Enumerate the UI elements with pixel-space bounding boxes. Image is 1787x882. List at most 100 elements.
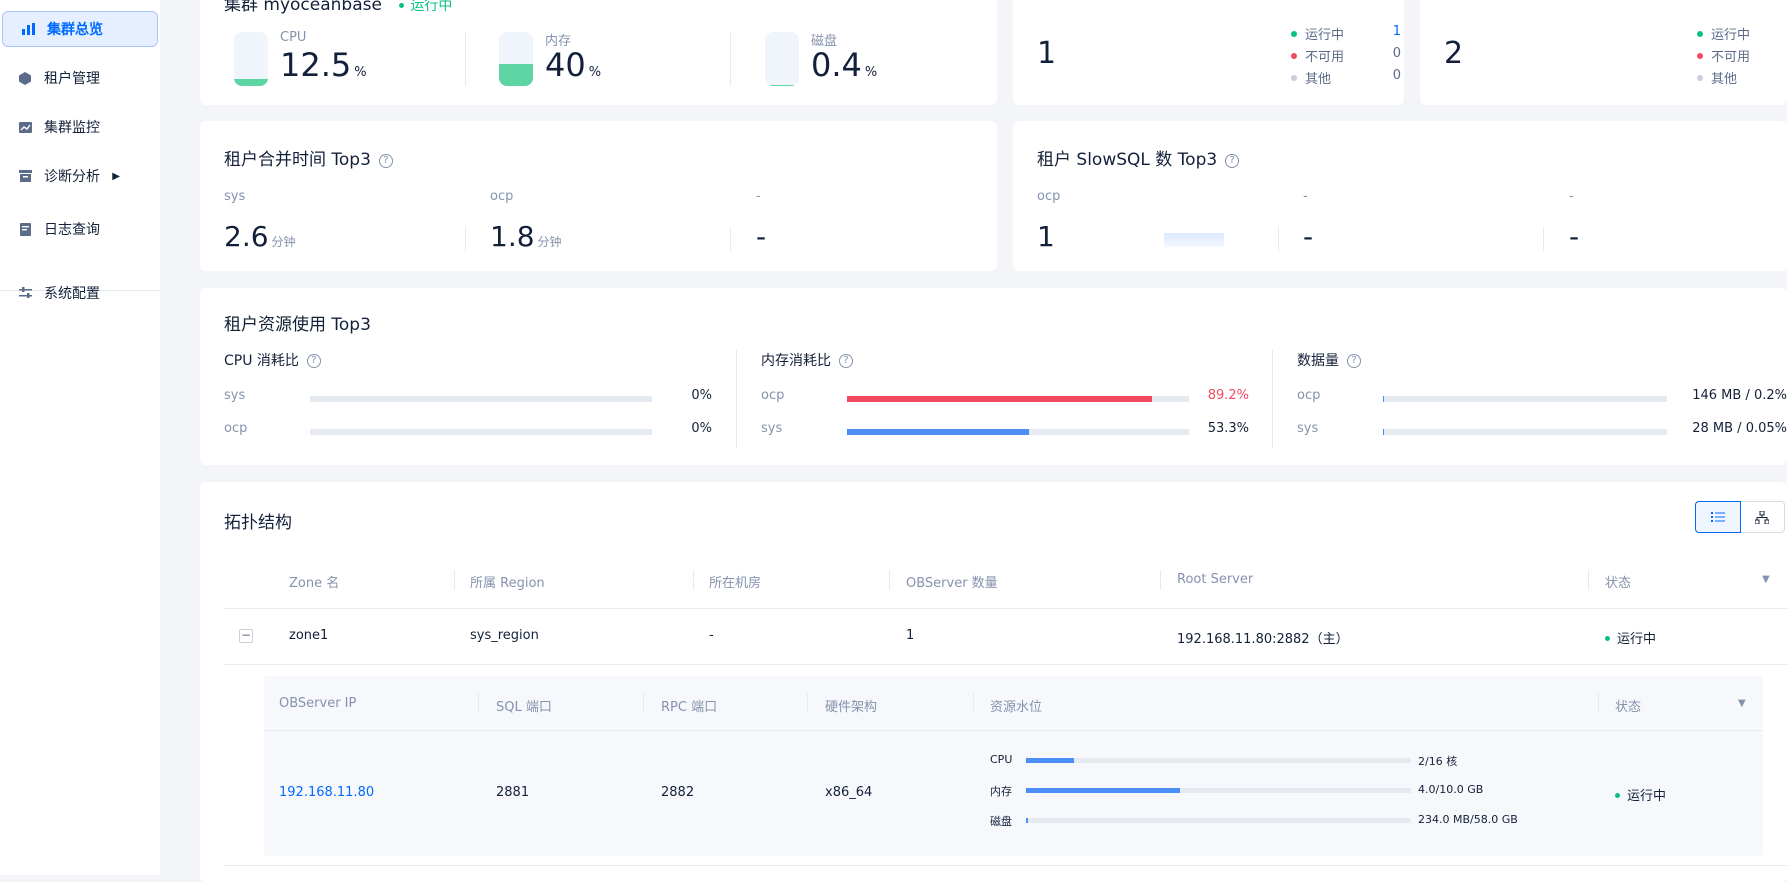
cluster-name: 集群 myoceanbase: [224, 0, 382, 15]
data-volume-title: 数据量?: [1297, 350, 1361, 370]
divider: [643, 693, 644, 713]
observer-status: 运行中: [1615, 785, 1666, 804]
resource-level-fill: [1026, 818, 1028, 823]
divider: [478, 693, 479, 713]
row-divider: [224, 664, 1787, 665]
filter-icon[interactable]: ▼: [1738, 698, 1746, 709]
list-view-button[interactable]: [1695, 501, 1741, 533]
column-header: Root Server: [1177, 572, 1253, 587]
merge-item-value: -: [756, 220, 766, 253]
help-icon[interactable]: ?: [1225, 154, 1239, 168]
column-header: 所属 Region: [470, 572, 545, 591]
resource-row-name: ocp: [224, 421, 247, 436]
resource-fill: [847, 429, 1029, 435]
resource-fill: [1383, 396, 1384, 402]
memory-value-number: 40: [545, 46, 586, 84]
memory-usage-panel: 内存消耗比? ocp 89.2% sys 53.3%: [761, 350, 1251, 450]
resource-level-row: CPU 2/16 核: [990, 753, 1550, 767]
merge-item-value-number: 1.8: [490, 220, 535, 253]
divider: [889, 570, 890, 590]
help-icon[interactable]: ?: [379, 154, 393, 168]
zone-region: sys_region: [470, 628, 539, 643]
disk-unit: %: [865, 65, 877, 80]
topology-icon: [1755, 511, 1769, 524]
help-icon[interactable]: ?: [307, 354, 321, 368]
divider: [465, 32, 466, 86]
resource-level-track: [1026, 758, 1411, 763]
divider: [1272, 350, 1273, 448]
resource-bar-row: sys 53.3%: [761, 421, 1251, 441]
zone-observer-count: 1: [906, 628, 914, 643]
main-content: 集群 myoceanbase 运行中 CPU 12.5% 内存 40% 磁盘 0…: [0, 0, 1787, 875]
status-dot: [1615, 793, 1620, 798]
resource-track: [847, 396, 1189, 402]
merge-item-name: ocp: [490, 189, 513, 204]
other-count: 0: [1393, 68, 1401, 83]
topology-title: 拓扑结构: [224, 508, 292, 533]
divider: [1543, 227, 1544, 251]
running-count[interactable]: 1: [1393, 24, 1401, 39]
divider: [807, 693, 808, 713]
unavailable-label: 不可用: [1711, 50, 1750, 65]
help-icon[interactable]: ?: [1347, 354, 1361, 368]
running-dot: [1697, 31, 1703, 37]
merge-top3-title-text: 租户合并时间 Top3: [224, 150, 371, 170]
resource-level-row: 内存 4.0/10.0 GB: [990, 783, 1550, 797]
cpu-unit: %: [354, 65, 366, 80]
resource-level-value: 234.0 MB/58.0 GB: [1418, 813, 1518, 826]
observer-rpc-port: 2882: [661, 785, 694, 800]
running-label: 运行中: [1305, 28, 1344, 43]
filter-icon[interactable]: ▼: [1762, 574, 1770, 585]
status-dot: [1605, 636, 1610, 641]
cpu-usage-title: CPU 消耗比?: [224, 350, 321, 370]
merge-unit: 分钟: [538, 235, 562, 249]
slowsql-item-name: -: [1569, 189, 1574, 204]
resource-bar-row: sys 0%: [224, 388, 714, 408]
column-header: OBServer IP: [279, 696, 356, 711]
resource-bar-row: ocp 89.2%: [761, 388, 1251, 408]
other-label: 其他: [1305, 72, 1331, 87]
topology-view-button[interactable]: [1741, 502, 1785, 532]
memory-usage-title-text: 内存消耗比: [761, 353, 831, 369]
list-icon: [1711, 511, 1725, 523]
observer-status-text: 运行中: [1627, 789, 1666, 804]
cpu-value: 12.5%: [280, 46, 367, 84]
disk-value: 0.4%: [811, 46, 877, 84]
zone-status: 运行中: [1605, 628, 1656, 647]
help-icon[interactable]: ?: [839, 354, 853, 368]
observer-total: 1: [1037, 36, 1056, 71]
resource-row-name: sys: [224, 388, 245, 403]
resource-level-fill: [1026, 788, 1180, 793]
merge-unit: 分钟: [272, 235, 296, 249]
resource-bar-row: ocp 146 MB / 0.2%: [1297, 388, 1787, 408]
table-row[interactable]: − zone1 sys_region - 1 192.168.11.80:288…: [224, 609, 1787, 664]
slowsql-top3-title: 租户 SlowSQL 数 Top3?: [1037, 145, 1239, 170]
divider: [730, 227, 731, 251]
collapse-icon[interactable]: −: [239, 629, 253, 643]
divider: [730, 32, 731, 86]
slowsql-item-value: 1: [1037, 220, 1055, 253]
topology-table-header: Zone 名 所属 Region 所在机房 OBServer 数量 Root S…: [224, 552, 1787, 608]
view-toggle: [1695, 501, 1785, 533]
resource-track: [310, 429, 652, 435]
observer-ip-link[interactable]: 192.168.11.80: [279, 785, 374, 800]
merge-item-value: 1.8分钟: [490, 220, 562, 253]
resource-level-track: [1026, 818, 1411, 823]
cpu-usage-panel: CPU 消耗比? sys 0% ocp 0%: [224, 350, 714, 450]
merge-item-name: sys: [224, 189, 245, 204]
unavailable-label: 不可用: [1305, 50, 1344, 65]
observer-arch: x86_64: [825, 785, 872, 800]
cluster-title: 集群 myoceanbase 运行中: [224, 0, 452, 15]
resource-row-value: 0%: [654, 388, 712, 403]
zone-name: zone1: [289, 628, 328, 643]
column-header: 硬件架构: [825, 696, 877, 715]
divider: [1160, 570, 1161, 590]
slowsql-item-name: -: [1303, 189, 1308, 204]
zone-root-server: 192.168.11.80:2882（主）: [1177, 628, 1349, 647]
data-volume-title-text: 数据量: [1297, 353, 1339, 369]
resource-level-value: 4.0/10.0 GB: [1418, 783, 1483, 796]
cpu-gauge: [234, 32, 268, 86]
merge-item-value: 2.6分钟: [224, 220, 296, 253]
memory-usage-title: 内存消耗比?: [761, 350, 853, 370]
table-row[interactable]: 192.168.11.80 2881 2882 x86_64 CPU 2/16 …: [264, 731, 1763, 856]
